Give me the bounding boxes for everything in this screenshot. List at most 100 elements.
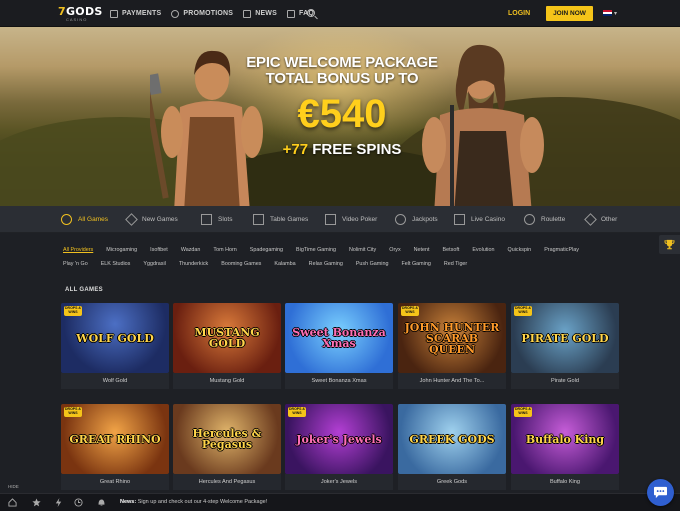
bonus-line-2: TOTAL BONUS UP TO [265,70,419,87]
nav-label: PROMOTIONS [183,10,234,17]
game-thumbnail[interactable]: DROPS & WINS WOLF GOLD [61,303,169,373]
provider-filter-item[interactable]: Red Tiger [444,261,467,267]
game-name[interactable]: Great Rhino [61,474,169,490]
nav-promotions[interactable]: PROMOTIONS [171,9,234,18]
provider-filter-item[interactable]: Tom Horn [213,247,236,253]
nav-payments[interactable]: PAYMENTS [110,9,161,18]
game-thumbnail[interactable]: DROPS & WINS Buffalo King [511,404,619,474]
category-all-games[interactable]: All Games [61,206,108,233]
game-thumbnail[interactable]: Hercules & Pegasus [173,404,281,474]
game-card[interactable]: Hercules & Pegasus Hercules And Pegasus [173,404,281,490]
drops-wins-badge: DROPS & WINS [514,306,532,316]
provider-filter-item[interactable]: Oryx [389,247,400,253]
history-icon[interactable] [74,498,83,507]
provider-filter-item[interactable]: ELK Studios [101,261,131,267]
bonus-line-1: EPIC WELCOME PACKAGE [246,54,438,71]
hide-bar-toggle[interactable]: HIDE [8,484,19,489]
game-card[interactable]: DROPS & WINS PIRATE GOLD Pirate Gold [511,303,619,389]
table-games-icon [253,214,264,225]
bell-icon[interactable] [97,498,106,507]
chevron-down-icon[interactable]: ▾ [614,10,617,17]
game-name[interactable]: Mustang Gold [173,373,281,389]
nav-news[interactable]: NEWS [243,9,277,18]
game-name[interactable]: Joker's Jewels [285,474,393,490]
game-art-title: Buffalo King [525,432,605,446]
game-thumbnail[interactable]: Sweet Bonanza Xmas [285,303,393,373]
game-card[interactable]: Sweet Bonanza Xmas Sweet Bonanza Xmas [285,303,393,389]
category-roulette[interactable]: Roulette [524,206,565,233]
provider-filter-item[interactable]: Relax Gaming [309,261,343,267]
tournaments-tab[interactable] [659,235,680,254]
join-now-button[interactable]: JOIN NOW [546,6,593,21]
game-card[interactable]: DROPS & WINS Buffalo King Buffalo King [511,404,619,490]
provider-filter-item[interactable]: Microgaming [106,247,137,253]
game-thumbnail[interactable]: DROPS & WINS Joker's Jewels [285,404,393,474]
category-live-casino[interactable]: Live Casino [454,206,505,233]
game-name[interactable]: John Hunter And The To... [398,373,506,389]
free-spins-count: +77 [282,141,309,158]
provider-filter-item[interactable]: Netent [414,247,430,253]
lightning-icon[interactable] [54,498,63,507]
home-icon[interactable] [8,498,17,507]
provider-filter-item[interactable]: Spadegaming [250,247,283,253]
game-name[interactable]: Buffalo King [511,474,619,490]
category-video-poker[interactable]: Video Poker [325,206,377,233]
login-link[interactable]: LOGIN [508,10,530,17]
provider-filter-item[interactable]: Wazdan [181,247,201,253]
game-thumbnail[interactable]: GREEK GODS [398,404,506,474]
game-thumbnail[interactable]: MUSTANG GOLD [173,303,281,373]
promotions-icon [171,9,180,18]
provider-filter-item[interactable]: Thunderkick [179,261,208,267]
game-card[interactable]: DROPS & WINS Joker's Jewels Joker's Jewel… [285,404,393,490]
provider-filter-item[interactable]: Betsoft [443,247,460,253]
category-label: Table Games [270,216,309,223]
game-card[interactable]: MUSTANG GOLD Mustang Gold [173,303,281,389]
game-name[interactable]: Sweet Bonanza Xmas [285,373,393,389]
category-jackpots[interactable]: Jackpots [395,206,438,233]
game-art-title: Joker's Jewels [296,432,382,446]
game-name[interactable]: Greek Gods [398,474,506,490]
welcome-banner[interactable]: EPIC WELCOME PACKAGE TOTAL BONUS UP TO €… [0,27,680,206]
star-icon[interactable] [32,498,41,507]
provider-filter-item[interactable]: Push Gaming [356,261,389,267]
provider-filter-item[interactable]: Quickspin [508,247,532,253]
uk-flag-icon[interactable] [603,10,612,16]
category-other[interactable]: Other [584,206,617,233]
diamond-icon [125,213,138,226]
category-bar: All Games New Games Slots Table Games Vi… [0,206,680,233]
provider-filter-item[interactable]: Yggdrasil [143,261,165,267]
news-ticker: News: Sign up and check out our 4-step W… [120,499,267,505]
game-card[interactable]: DROPS & WINS JOHN HUNTER SCARAB QUEEN Joh… [398,303,506,389]
category-new-games[interactable]: New Games [125,206,178,233]
nav-label: NEWS [255,10,277,17]
game-card[interactable]: DROPS & WINS GREAT RHINO Great Rhino [61,404,169,490]
game-card[interactable]: GREEK GODS Greek Gods [398,404,506,490]
top-header: 7GODS CASINO PAYMENTS PROMOTIONS NEWS FA… [0,0,680,27]
category-table-games[interactable]: Table Games [253,206,308,233]
provider-filter-item[interactable]: Kalamba [274,261,295,267]
game-name[interactable]: Pirate Gold [511,373,619,389]
search-icon[interactable] [307,9,315,17]
game-thumbnail[interactable]: DROPS & WINS JOHN HUNTER SCARAB QUEEN [398,303,506,373]
site-logo[interactable]: 7GODS CASINO [58,6,103,22]
game-name[interactable]: Wolf Gold [61,373,169,389]
provider-filter-item[interactable]: PragmaticPlay [544,247,579,253]
provider-filter-item[interactable]: Evolution [472,247,494,253]
category-slots[interactable]: Slots [201,206,232,233]
news-text[interactable]: Sign up and check out our 4-step Welcome… [138,499,268,505]
provider-filter-item[interactable]: Nolimit City [349,247,376,253]
provider-filter-item[interactable]: Booming Games [221,261,261,267]
provider-filter-item[interactable]: Play 'n Go [63,261,88,267]
game-thumbnail[interactable]: DROPS & WINS GREAT RHINO [61,404,169,474]
game-art-title: WOLF GOLD [76,331,154,345]
drops-wins-badge: DROPS & WINS [401,306,419,316]
provider-filter-item[interactable]: All Providers [63,247,93,253]
logo-number: 7 [58,5,66,18]
game-name[interactable]: Hercules And Pegasus [173,474,281,490]
live-chat-button[interactable] [647,479,674,506]
provider-filter-item[interactable]: Isoftbet [150,247,168,253]
game-thumbnail[interactable]: DROPS & WINS PIRATE GOLD [511,303,619,373]
provider-filter-item[interactable]: BigTime Gaming [296,247,336,253]
provider-filter-item[interactable]: Felt Gaming [402,261,431,267]
game-card[interactable]: DROPS & WINS WOLF GOLD Wolf Gold [61,303,169,389]
